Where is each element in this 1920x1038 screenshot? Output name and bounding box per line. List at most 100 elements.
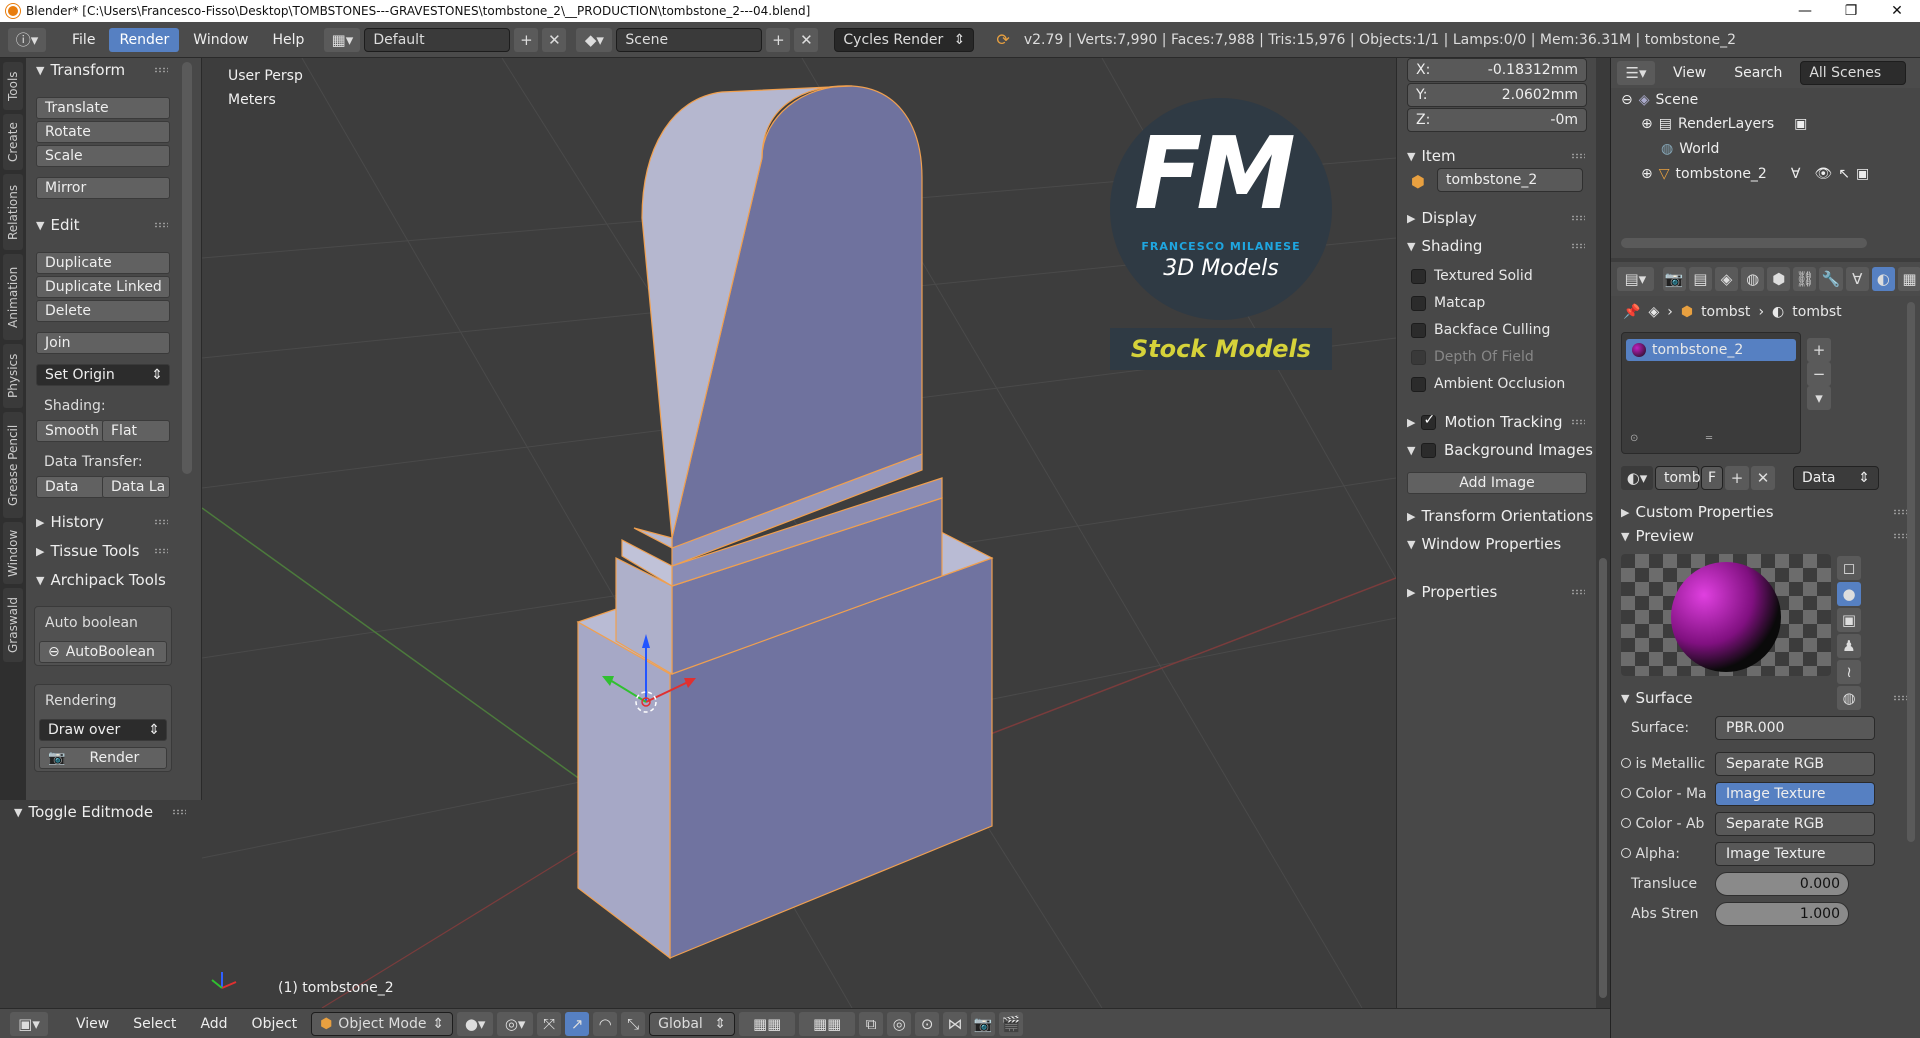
- add-layout-icon[interactable]: +: [514, 27, 539, 52]
- tab-tools[interactable]: Tools: [3, 62, 23, 110]
- scale-manipulator-icon[interactable]: ⤡: [621, 1011, 646, 1036]
- outliner-search-menu[interactable]: Search: [1724, 61, 1792, 85]
- material-context-icon[interactable]: ◐: [1871, 267, 1895, 291]
- color-ab-node[interactable]: Separate RGB: [1715, 812, 1875, 836]
- tab-grease-pencil[interactable]: Grease Pencil: [3, 412, 23, 518]
- menu-render[interactable]: Render: [109, 27, 180, 52]
- n-panel-scrollbar[interactable]: [1596, 58, 1610, 1008]
- render-animation-icon[interactable]: 🎬: [999, 1011, 1024, 1036]
- render-context-icon[interactable]: 📷: [1662, 267, 1686, 291]
- location-z-field[interactable]: Z: -0m: [1407, 108, 1587, 132]
- mesh-data-icon[interactable]: ∀: [1791, 166, 1801, 182]
- modifiers-context-icon[interactable]: 🔧: [1819, 267, 1843, 291]
- smooth-button[interactable]: Smooth: [36, 420, 104, 442]
- background-images-checkbox[interactable]: [1421, 442, 1436, 458]
- matcap-option[interactable]: Matcap: [1411, 295, 1485, 311]
- tab-physics[interactable]: Physics: [3, 344, 23, 408]
- outliner-display-mode[interactable]: All Scenes: [1800, 61, 1907, 85]
- panel-history-header[interactable]: ▶ History: [26, 510, 176, 534]
- slot-specials-icon[interactable]: ▾: [1807, 386, 1831, 410]
- data-layers-button[interactable]: Data La: [102, 476, 170, 498]
- render-engine-select[interactable]: Cycles Render ⇕: [834, 27, 975, 52]
- viewport-shading-icon[interactable]: ●▾: [457, 1011, 494, 1036]
- panel-shading-header[interactable]: ▼ Shading: [1397, 234, 1593, 258]
- outliner-view-menu[interactable]: View: [1663, 61, 1716, 85]
- scale-button[interactable]: Scale: [36, 145, 170, 167]
- editor-type-info-icon[interactable]: ⓘ▾: [8, 27, 46, 52]
- preview-cube-icon[interactable]: ▣: [1837, 608, 1861, 632]
- backface-culling-option[interactable]: Backface Culling: [1411, 322, 1550, 338]
- pin-icon[interactable]: 📌: [1623, 304, 1640, 320]
- list-resize-grip-icon[interactable]: ═: [1706, 433, 1712, 444]
- data-context-icon[interactable]: ∀: [1845, 267, 1869, 291]
- transform-orientation-select[interactable]: Global ⇕: [649, 1011, 736, 1036]
- textured-solid-option[interactable]: Textured Solid: [1411, 268, 1533, 284]
- menu-file[interactable]: File: [62, 28, 105, 52]
- duplicate-linked-button[interactable]: Duplicate Linked: [36, 276, 170, 298]
- scrollbar-thumb[interactable]: [1599, 558, 1607, 998]
- renderlayer-context-icon[interactable]: ▤: [1688, 267, 1712, 291]
- render-layer-toggle-icon[interactable]: ▣: [1794, 116, 1807, 132]
- is-metallic-node[interactable]: Separate RGB: [1715, 752, 1875, 776]
- preview-hair-icon[interactable]: ≀: [1837, 660, 1861, 684]
- panel-display-header[interactable]: ▶ Display: [1397, 206, 1593, 230]
- remove-layout-icon[interactable]: ✕: [542, 27, 567, 52]
- collapse-icon[interactable]: ⊖: [1621, 92, 1633, 108]
- scene-select[interactable]: Scene: [616, 27, 763, 52]
- set-origin-dropdown[interactable]: Set Origin ⇕: [36, 364, 170, 386]
- duplicate-button[interactable]: Duplicate: [36, 252, 170, 274]
- mirror-button[interactable]: Mirror: [36, 177, 170, 199]
- material-slot-item[interactable]: tombstone_2: [1626, 339, 1796, 361]
- fake-user-button[interactable]: F: [1701, 466, 1723, 490]
- properties-scrollbar[interactable]: [1907, 302, 1915, 842]
- drag-grip-icon[interactable]: [1571, 589, 1585, 595]
- drag-grip-icon[interactable]: [1571, 243, 1585, 249]
- snap-toggle-icon[interactable]: ⊙: [915, 1011, 940, 1036]
- 3d-viewport[interactable]: User Persp Meters (1) tombstone_2 FM FRA…: [202, 58, 1396, 1008]
- world-context-icon[interactable]: ◍: [1741, 267, 1765, 291]
- object-name-field[interactable]: tombstone_2: [1437, 168, 1583, 192]
- draw-over-dropdown[interactable]: Draw over ⇕: [39, 719, 167, 741]
- add-image-button[interactable]: Add Image: [1407, 472, 1587, 494]
- translate-button[interactable]: Translate: [36, 97, 170, 119]
- tab-window[interactable]: Window: [3, 522, 23, 584]
- toolshelf-scrollbar[interactable]: [182, 62, 192, 474]
- new-material-icon[interactable]: +: [1725, 466, 1749, 490]
- scene-context-icon[interactable]: ◈: [1714, 267, 1739, 291]
- panel-window-properties-header[interactable]: ▼ Window Properties: [1397, 532, 1593, 556]
- visibility-eye-icon[interactable]: 👁: [1814, 166, 1832, 182]
- tombstone-mesh[interactable]: [576, 85, 994, 960]
- drag-grip-icon[interactable]: [1893, 695, 1907, 701]
- panel-edit-header[interactable]: ▼ Edit: [26, 213, 176, 237]
- object-context-icon[interactable]: ⬢: [1767, 267, 1791, 291]
- panel-custom-properties-header[interactable]: ▶ Custom Properties: [1611, 500, 1915, 524]
- layers-grid-a-icon[interactable]: ▦▦: [739, 1011, 796, 1036]
- mode-select[interactable]: ⬢ Object Mode ⇕: [311, 1011, 454, 1036]
- render-opengl-icon[interactable]: 📷: [971, 1011, 996, 1036]
- outliner-editor-type-icon[interactable]: ☰▾: [1617, 61, 1655, 85]
- rotate-button[interactable]: Rotate: [36, 121, 170, 143]
- drag-grip-icon[interactable]: [1571, 215, 1585, 221]
- tab-create[interactable]: Create: [3, 114, 23, 170]
- layout-select[interactable]: Default: [364, 27, 511, 52]
- panel-transform-orientations-header[interactable]: ▶ Transform Orientations: [1397, 504, 1593, 528]
- outliner-row-tombstone[interactable]: ⊕ ▽ tombstone_2 ∀ 👁 ↖ ▣: [1641, 166, 1869, 182]
- pivot-point-icon[interactable]: ◎▾: [497, 1011, 534, 1036]
- data-button[interactable]: Data: [36, 476, 104, 498]
- preview-sphere-icon[interactable]: ●: [1837, 582, 1861, 606]
- drag-grip-icon[interactable]: [1893, 533, 1907, 539]
- drag-grip-icon[interactable]: [1571, 153, 1585, 159]
- outliner-hscrollbar[interactable]: [1621, 238, 1867, 248]
- rotate-manipulator-icon[interactable]: ◠: [593, 1011, 618, 1036]
- location-x-field[interactable]: X: -0.18312mm: [1407, 58, 1587, 82]
- scene-icon[interactable]: ◆▾: [576, 27, 613, 52]
- properties-editor-type-icon[interactable]: ▤▾: [1617, 267, 1654, 291]
- tab-graswald[interactable]: Graswald: [3, 588, 23, 662]
- menu-select[interactable]: Select: [123, 1012, 186, 1036]
- remove-slot-icon[interactable]: −: [1807, 362, 1831, 386]
- snap-element-icon[interactable]: ⋈: [943, 1011, 968, 1036]
- lock-layers-icon[interactable]: ⧉: [859, 1011, 884, 1036]
- matcap-checkbox[interactable]: [1411, 295, 1426, 311]
- layers-grid-b-icon[interactable]: ▦▦: [799, 1011, 856, 1036]
- unlink-material-icon[interactable]: ✕: [1751, 466, 1775, 490]
